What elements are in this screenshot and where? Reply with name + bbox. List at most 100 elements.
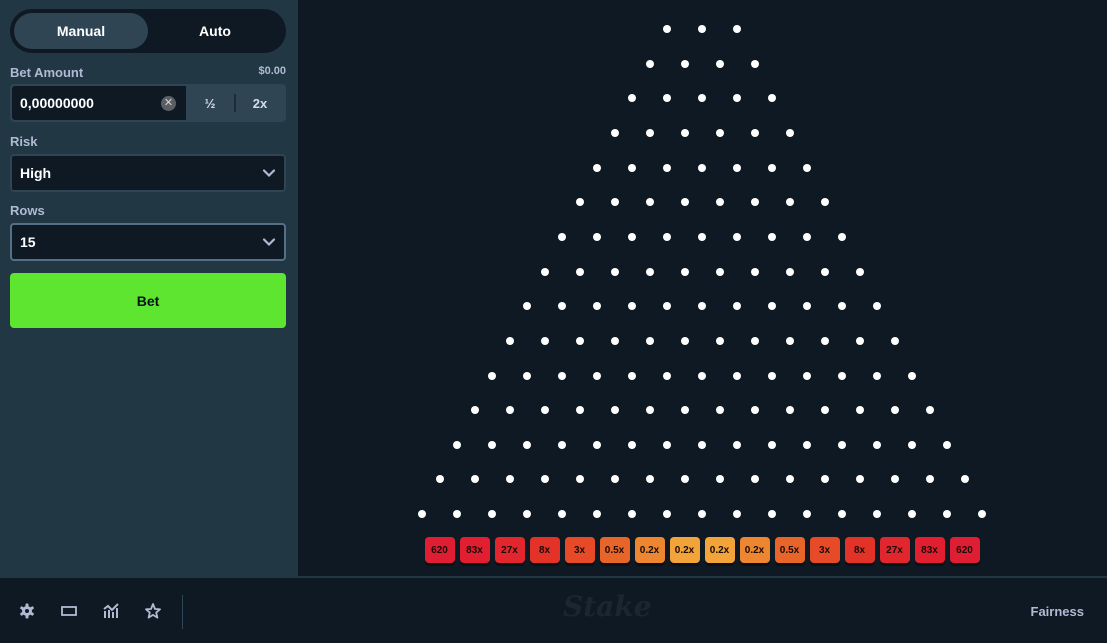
peg [698, 94, 706, 103]
bet-amount-input[interactable] [12, 86, 186, 120]
peg [663, 440, 671, 449]
multiplier-bucket: 27x [494, 537, 525, 563]
peg [575, 406, 584, 415]
multiplier-bucket: 8x [844, 537, 875, 563]
multiplier-bucket: 3x [809, 537, 840, 563]
bet-amount-input-wrap: ✕ [12, 86, 186, 120]
peg [435, 475, 444, 484]
peg [803, 510, 811, 519]
peg [558, 510, 566, 519]
multiplier-bucket: 620 [424, 537, 455, 563]
multiplier-bucket: 0.5x [599, 537, 630, 563]
peg [680, 267, 689, 276]
peg [628, 440, 636, 449]
peg [470, 475, 479, 484]
peg [925, 475, 934, 484]
multiplier-bucket: 8x [529, 537, 560, 563]
peg [785, 406, 794, 415]
live-stats-icon[interactable] [102, 602, 120, 620]
peg [698, 302, 706, 311]
peg [488, 510, 496, 519]
peg [803, 232, 811, 241]
peg [978, 510, 986, 519]
peg [593, 232, 601, 241]
peg [680, 475, 689, 484]
peg [733, 25, 741, 33]
peg [698, 232, 706, 241]
settings-icon[interactable] [18, 602, 36, 620]
peg [645, 336, 654, 345]
peg [610, 475, 619, 484]
peg [908, 440, 916, 449]
peg [750, 336, 759, 345]
peg [558, 232, 566, 241]
game-footer: Stake Fairness [0, 578, 1107, 643]
peg [768, 371, 776, 380]
mode-toggle: Manual Auto [10, 9, 286, 53]
peg [733, 163, 741, 172]
peg [628, 302, 636, 311]
peg [750, 198, 759, 207]
peg [803, 302, 811, 311]
half-bet-button[interactable]: ½ [186, 86, 234, 120]
peg [663, 25, 671, 33]
peg [680, 336, 689, 345]
peg [715, 475, 724, 484]
peg [540, 475, 549, 484]
peg [925, 406, 934, 415]
peg [698, 440, 706, 449]
peg [418, 510, 426, 519]
peg [785, 336, 794, 345]
peg [943, 510, 951, 519]
peg [663, 371, 671, 380]
multiplier-bucket: 3x [564, 537, 595, 563]
tab-manual[interactable]: Manual [14, 13, 148, 49]
peg [593, 440, 601, 449]
peg [820, 267, 829, 276]
rows-value: 15 [20, 234, 36, 250]
favorite-star-icon[interactable] [144, 602, 162, 620]
double-bet-button[interactable]: 2x [236, 86, 284, 120]
peg [733, 94, 741, 103]
peg [453, 510, 461, 519]
peg [715, 336, 724, 345]
peg [855, 406, 864, 415]
peg [628, 94, 636, 103]
peg [470, 406, 479, 415]
peg [523, 440, 531, 449]
bet-button[interactable]: Bet [10, 273, 286, 328]
plinko-board-area: 620 83x 27x 8x 3x 0.5x 0.2x 0.2x 0.2x 0.2x 0.5x 3x 8… [298, 0, 1107, 577]
peg [750, 406, 759, 415]
plinko-board: 620 83x 27x 8x 3x 0.5x 0.2x 0.2x 0.2x 0.2x 0.5x 3x 8… [298, 0, 1107, 577]
stake-logo: Stake [563, 590, 652, 623]
peg [733, 510, 741, 519]
peg [663, 94, 671, 103]
peg [610, 336, 619, 345]
rows-select[interactable]: 15 [10, 223, 286, 261]
peg [733, 232, 741, 241]
bet-amount-field: ✕ ½ 2x [10, 84, 286, 122]
multiplier-bucket: 0.2x [739, 537, 770, 563]
peg [750, 128, 759, 137]
tab-auto[interactable]: Auto [148, 13, 282, 49]
peg [768, 232, 776, 241]
fairness-link[interactable]: Fairness [1031, 604, 1084, 619]
peg [628, 371, 636, 380]
multiplier-bucket: 0.2x [669, 537, 700, 563]
theatre-mode-icon[interactable] [60, 602, 78, 620]
peg [873, 440, 881, 449]
peg [943, 440, 951, 449]
multiplier-bucket: 83x [914, 537, 945, 563]
peg [768, 302, 776, 311]
peg [733, 371, 741, 380]
peg [680, 59, 689, 68]
peg [960, 475, 969, 484]
peg [715, 406, 724, 415]
peg [558, 440, 566, 449]
rows-label: Rows [10, 203, 45, 218]
risk-select[interactable]: High [10, 154, 286, 192]
clear-icon[interactable]: ✕ [161, 96, 176, 111]
peg [523, 371, 531, 380]
peg [768, 163, 776, 172]
peg [838, 510, 846, 519]
